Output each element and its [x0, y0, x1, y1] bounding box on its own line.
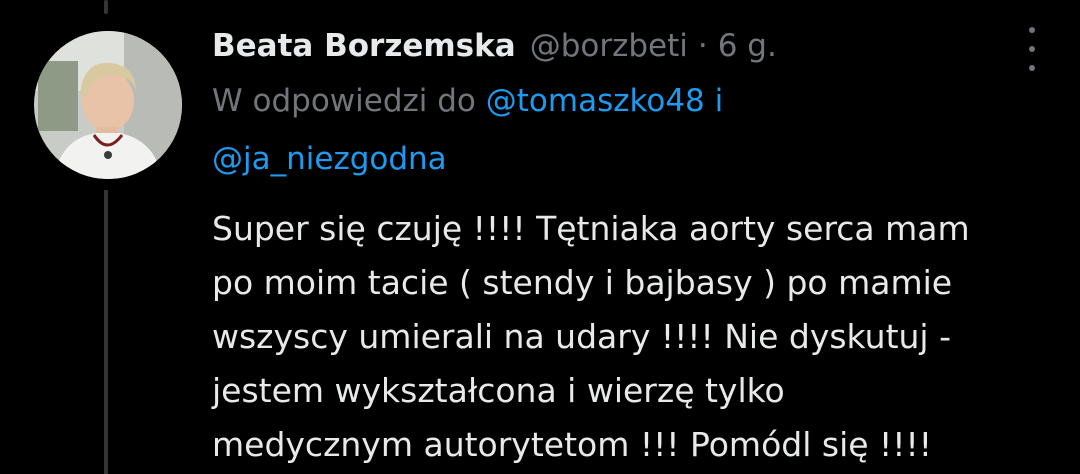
- tweet-text: Super się czuję !!!! Tętniaka aorty serc…: [212, 202, 1040, 472]
- thread-line-top: [104, 0, 108, 14]
- tweet-time[interactable]: 6 g.: [718, 28, 777, 64]
- author-name[interactable]: Beata Borzemska: [212, 28, 516, 64]
- author-handle[interactable]: @borzbeti: [530, 28, 688, 64]
- tweet-text-line: wszyscy umierali na udary !!!! Nie dysku…: [212, 317, 951, 356]
- reply-context: W odpowiedzi do @tomaszko48 i @ja_niezgo…: [212, 72, 1040, 188]
- thread-line: [104, 190, 108, 474]
- tweet-content: Beata Borzemska @borzbeti · 6 g. W odpow…: [212, 22, 1040, 472]
- tweet-header: Beata Borzemska @borzbeti · 6 g.: [212, 22, 1040, 70]
- avatar[interactable]: [34, 31, 182, 179]
- tweet-text-line: medycznym autorytetom !!! Pomódl się !!!…: [212, 425, 932, 464]
- reply-prefix: W odpowiedzi do: [212, 83, 476, 119]
- mention-link[interactable]: @tomaszko48: [486, 83, 705, 119]
- tweet-text-line: po moim tacie ( stendy i bajbasy ) po ma…: [212, 263, 953, 302]
- tweet-text-line: jestem wykształcona i wierzę tylko: [212, 371, 785, 410]
- reply-join: i: [714, 83, 724, 119]
- separator-dot: ·: [697, 28, 708, 64]
- tweet-text-line: Super się czuję !!!! Tętniaka aorty serc…: [212, 209, 970, 248]
- avatar-image: [34, 31, 182, 179]
- mention-link[interactable]: @ja_niezgodna: [212, 141, 447, 177]
